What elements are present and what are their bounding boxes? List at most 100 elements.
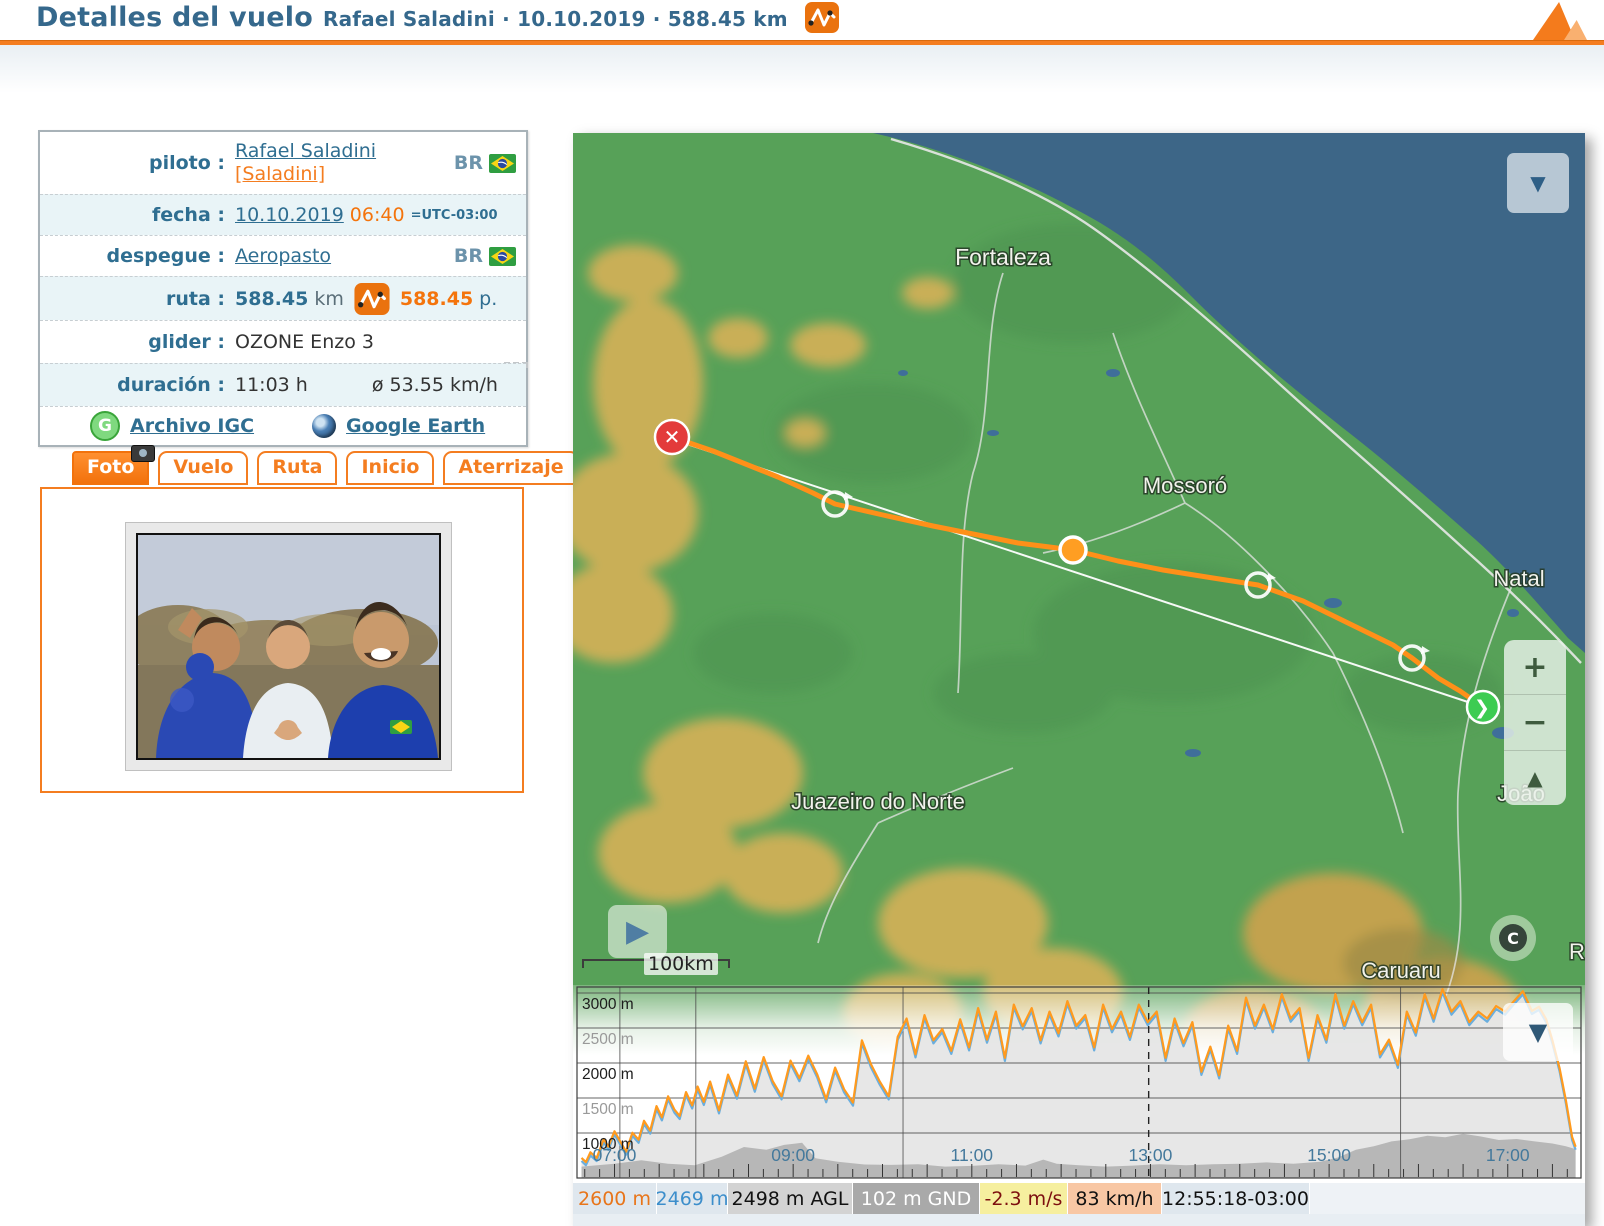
map-scalebar: 100km bbox=[582, 951, 732, 981]
duracion-label: duración : bbox=[40, 374, 235, 396]
duration-value: 11:03 h bbox=[235, 374, 308, 396]
info-row-links: G Archivo IGC Google Earth bbox=[40, 406, 526, 445]
info-row-piloto: piloto : Rafael Saladini [Saladini] BR bbox=[40, 132, 526, 194]
info-row-fecha: fecha : 10.10.2019 06:40 =UTC-03:00 bbox=[40, 194, 526, 235]
chart-ytick-label: 2500 m bbox=[582, 1031, 634, 1048]
glider-value: OZONE Enzo 3 bbox=[235, 331, 374, 353]
page-header: Detalles del vuelo Rafael Saladini · 10.1… bbox=[0, 0, 1604, 40]
current-position-marker[interactable] bbox=[1060, 537, 1086, 563]
chart-xtick-label: 07:00 bbox=[593, 1145, 637, 1165]
route-distance-unit: km bbox=[314, 288, 344, 310]
chart-ytick-label: 3000 m bbox=[582, 996, 634, 1013]
zoom-out-button[interactable]: − bbox=[1504, 694, 1566, 749]
pilot-photo[interactable] bbox=[136, 533, 441, 760]
triangle-up-icon: ▲ bbox=[1527, 766, 1542, 790]
track-end-marker[interactable]: ❯ bbox=[1467, 691, 1499, 723]
speed-value: 83 km/h bbox=[1068, 1183, 1162, 1214]
agl-value: 2498 m AGL bbox=[728, 1183, 853, 1214]
svg-text:✕: ✕ bbox=[664, 425, 681, 449]
takeoff-time: 06:40 bbox=[350, 204, 405, 226]
svg-text:❯: ❯ bbox=[1474, 697, 1490, 719]
viewer-bottom-strip bbox=[573, 1214, 1585, 1226]
gnd-value: 102 m GND bbox=[853, 1183, 980, 1214]
chart-xtick-label: 11:00 bbox=[951, 1145, 994, 1165]
baro-altitude-value: 2469 m bbox=[657, 1183, 728, 1214]
igc-download-link[interactable]: Archivo IGC bbox=[130, 415, 254, 437]
tab-ruta-label: Ruta bbox=[272, 456, 322, 478]
tab-ruta[interactable]: Ruta bbox=[257, 451, 337, 485]
page-subtitle: Rafael Saladini · 10.10.2019 · 588.45 km bbox=[323, 7, 788, 31]
info-row-glider: glider : OZONE Enzo 3 bbox=[40, 320, 526, 363]
map-rotate-button[interactable]: C bbox=[1490, 915, 1536, 961]
telemetry-statusbar: 2600 m 2469 m 2498 m AGL 102 m GND -2.3 … bbox=[573, 1183, 1585, 1214]
page-title-text: Detalles del vuelo bbox=[36, 2, 313, 33]
avg-speed: ø 53.55 km/h bbox=[372, 374, 498, 396]
fecha-label: fecha : bbox=[40, 204, 235, 226]
glider-label: glider : bbox=[40, 331, 235, 353]
timezone: =UTC-03:00 bbox=[411, 208, 498, 223]
ruta-label: ruta : bbox=[40, 288, 235, 310]
brazil-flag-icon bbox=[489, 154, 516, 173]
zoom-in-button[interactable]: + bbox=[1504, 640, 1566, 694]
route-distance: 588.45 bbox=[235, 288, 308, 310]
chart-xtick-label: 13:00 bbox=[1129, 1145, 1173, 1165]
tilt-up-button[interactable]: ▲ bbox=[1504, 750, 1566, 805]
page-title: Detalles del vuelo Rafael Saladini · 10.1… bbox=[36, 2, 839, 40]
scalebar-label: 100km bbox=[644, 953, 718, 975]
minus-icon: − bbox=[1522, 705, 1547, 740]
altitude-chart[interactable]: 3000 m2500 m2000 m1500 m1000 m07:0009:00… bbox=[573, 985, 1585, 1180]
flight-viewer: ✕ ❯ Fortaleza Mossoró Natal Juazeiro do Nort… bbox=[573, 133, 1585, 1226]
chevron-down-icon: ▼ bbox=[1530, 171, 1545, 195]
map-city-label: Caruaru bbox=[1361, 958, 1440, 983]
map-city-label: Fortaleza bbox=[955, 244, 1051, 270]
chart-xtick-label: 09:00 bbox=[771, 1145, 815, 1165]
chart-xtick-label: 17:00 bbox=[1486, 1145, 1530, 1165]
tab-foto-label: Foto bbox=[87, 456, 134, 478]
tab-inicio[interactable]: Inicio bbox=[346, 451, 434, 485]
chart-ytick-label: 1500 m bbox=[582, 1101, 634, 1118]
brazil-flag-icon bbox=[489, 247, 516, 266]
header-gradient-band bbox=[0, 45, 1604, 93]
altitude-chart-canvas: 3000 m2500 m2000 m1500 m1000 m07:0009:00… bbox=[573, 985, 1585, 1180]
map-city-label: Juazeiro do Norte bbox=[791, 789, 965, 814]
camera-icon bbox=[131, 445, 155, 462]
tab-inicio-label: Inicio bbox=[361, 456, 419, 478]
piloto-label: piloto : bbox=[40, 152, 235, 174]
map-layers-dropdown[interactable]: ▼ bbox=[1507, 153, 1569, 213]
plus-icon: + bbox=[1522, 650, 1547, 685]
tab-vuelo[interactable]: Vuelo bbox=[158, 451, 248, 485]
date-link[interactable]: 10.10.2019 bbox=[235, 204, 344, 226]
google-earth-link[interactable]: Google Earth bbox=[346, 415, 485, 437]
pilot-name-link[interactable]: Rafael Saladini bbox=[235, 140, 376, 162]
info-row-ruta: ruta : 588.45 km 588.45 p. bbox=[40, 276, 526, 320]
gps-altitude-value: 2600 m bbox=[573, 1183, 657, 1214]
detail-tabs: Foto Vuelo Ruta Inicio Aterrizaje bbox=[72, 450, 579, 485]
map-city-label: R bbox=[1569, 939, 1585, 964]
tab-foto[interactable]: Foto bbox=[72, 451, 149, 485]
track-start-marker[interactable]: ✕ bbox=[655, 420, 689, 454]
route-score-icon bbox=[805, 2, 839, 40]
chart-collapse-button[interactable]: ▼ bbox=[1503, 1003, 1573, 1061]
google-earth-icon bbox=[312, 414, 336, 438]
info-row-despegue: despegue : Aeropasto BR bbox=[40, 235, 526, 276]
photo-illustration bbox=[138, 535, 439, 758]
chart-xtick-label: 15:00 bbox=[1307, 1145, 1351, 1165]
pilot-country-code: BR bbox=[454, 152, 483, 174]
chevron-down-icon: ▼ bbox=[1529, 1018, 1547, 1046]
tab-vuelo-label: Vuelo bbox=[173, 456, 233, 478]
takeoff-site-link[interactable]: Aeropasto bbox=[235, 245, 331, 267]
pilot-username-link[interactable]: [Saladini] bbox=[235, 163, 325, 185]
time-value: 12:55:18-03:00 bbox=[1162, 1183, 1310, 1214]
tab-aterrizaje[interactable]: Aterrizaje bbox=[443, 451, 578, 485]
tab-aterrizaje-label: Aterrizaje bbox=[458, 456, 563, 478]
photo-frame bbox=[125, 522, 452, 771]
photo-panel bbox=[40, 487, 524, 793]
rotate-icon: C bbox=[1499, 924, 1527, 952]
vario-value: -2.3 m/s bbox=[980, 1183, 1068, 1214]
takeoff-country-code: BR bbox=[454, 245, 483, 267]
despegue-label: despegue : bbox=[40, 245, 235, 267]
route-score-icon bbox=[354, 283, 390, 315]
map-city-label: Mossoró bbox=[1143, 473, 1227, 498]
map-city-label: Natal bbox=[1493, 566, 1544, 591]
play-icon: ▶ bbox=[626, 914, 649, 949]
